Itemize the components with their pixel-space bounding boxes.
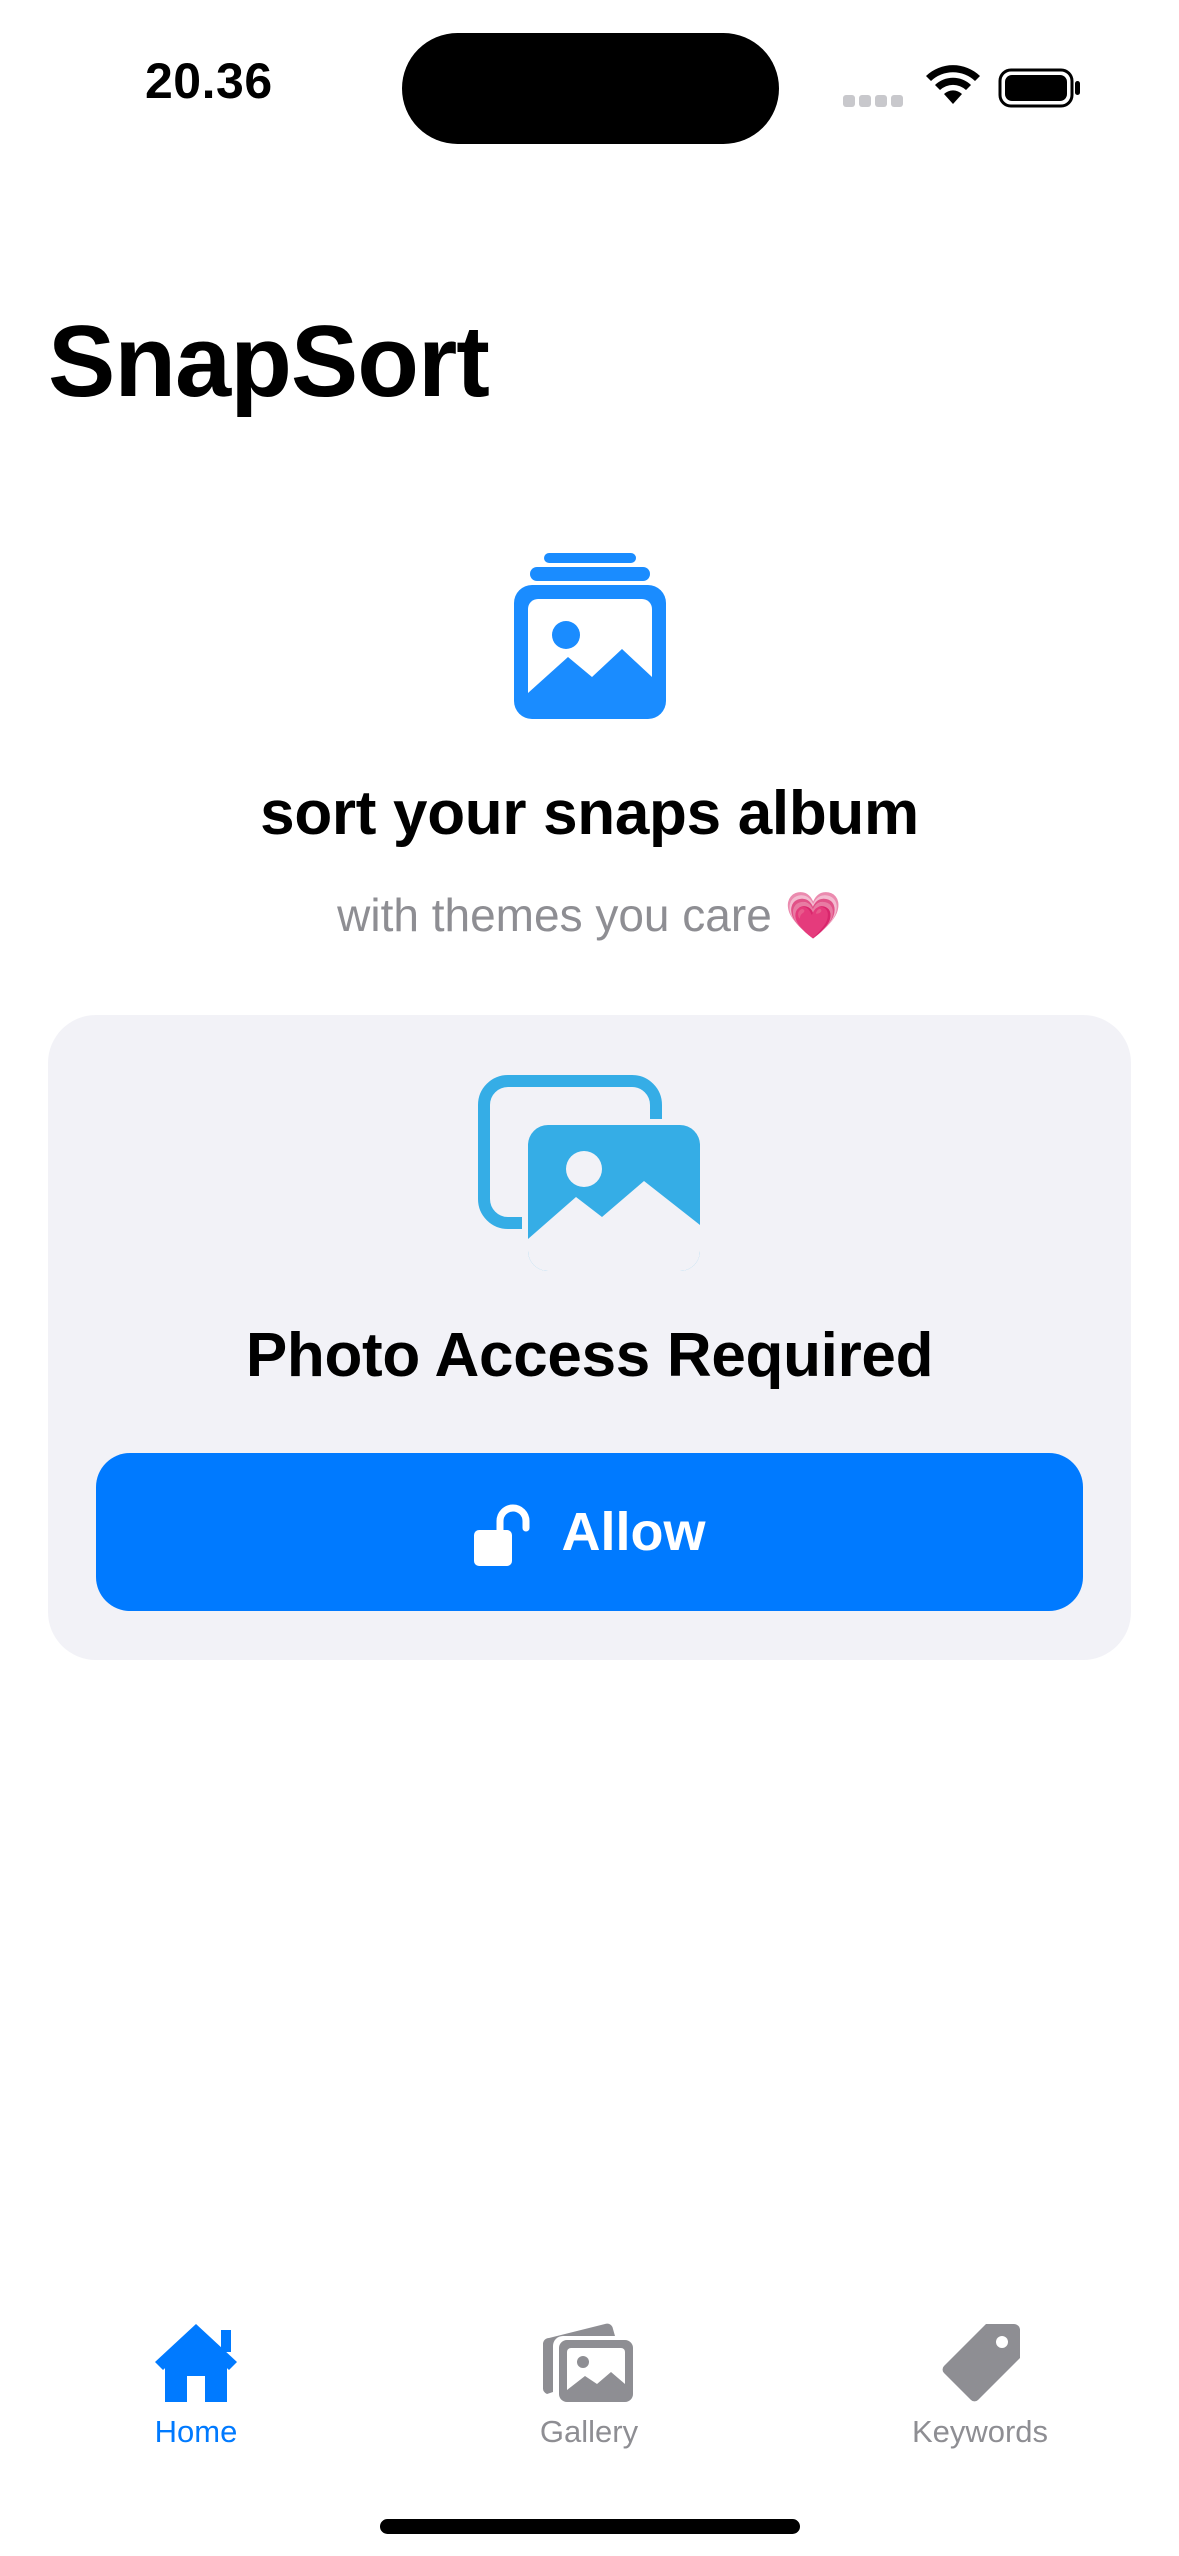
hero-title: sort your snaps album bbox=[260, 779, 919, 848]
tab-home-label: Home bbox=[154, 2414, 238, 2449]
screen: 20.36 SnapSort sort your snaps album wit… bbox=[0, 0, 1179, 2556]
lock-open-icon bbox=[473, 1504, 529, 1566]
wifi-icon bbox=[926, 65, 980, 104]
battery-icon bbox=[998, 68, 1080, 108]
hero-subtitle-text: with themes you care bbox=[337, 889, 772, 941]
photo-stack-icon bbox=[543, 2323, 633, 2402]
house-icon bbox=[155, 2324, 237, 2402]
tab-home[interactable]: Home bbox=[66, 2320, 326, 2460]
hero-subtitle: with themes you care 💗 bbox=[0, 888, 1179, 943]
photo-access-card: Photo Access Required Allow bbox=[48, 1015, 1131, 1660]
home-indicator[interactable] bbox=[380, 2519, 800, 2534]
tab-gallery-label: Gallery bbox=[539, 2414, 639, 2449]
heart-emoji: 💗 bbox=[784, 889, 842, 941]
photo-stack-icon bbox=[514, 553, 666, 719]
page-title: SnapSort bbox=[48, 306, 490, 418]
tab-keywords[interactable]: Keywords bbox=[850, 2320, 1110, 2460]
photos-icon bbox=[478, 1075, 700, 1271]
cellular-signal-icon bbox=[843, 95, 903, 107]
tag-icon bbox=[942, 2324, 1020, 2402]
tab-gallery[interactable]: Gallery bbox=[459, 2320, 719, 2460]
dynamic-island bbox=[402, 33, 779, 144]
tab-keywords-label: Keywords bbox=[911, 2414, 1049, 2449]
status-time: 20.36 bbox=[145, 53, 273, 109]
allow-button[interactable]: Allow bbox=[96, 1453, 1083, 1611]
card-title: Photo Access Required bbox=[245, 1321, 934, 1390]
allow-button-label: Allow bbox=[561, 1502, 706, 1562]
